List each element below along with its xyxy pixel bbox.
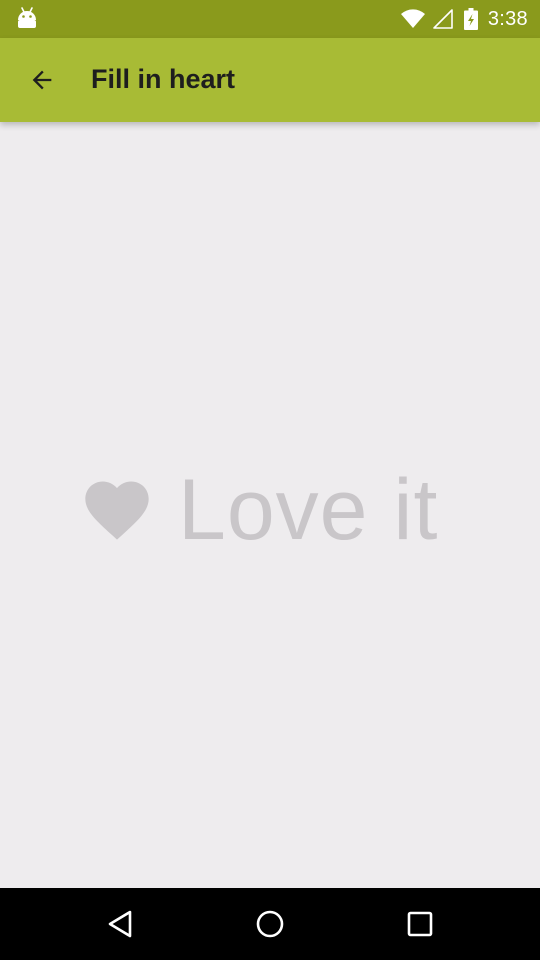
love-it-label: Love it: [178, 462, 439, 558]
status-time: 3:38: [487, 7, 528, 30]
nav-recents-button[interactable]: [390, 900, 450, 948]
wifi-icon: [400, 9, 425, 28]
navigation-bar: [0, 888, 540, 960]
heart-icon: [85, 481, 149, 540]
signal-icon: [433, 9, 453, 29]
status-icons: 3:38: [400, 0, 528, 38]
back-triangle-icon: [108, 910, 132, 938]
battery-icon: [463, 8, 478, 30]
page-title: Fill in heart: [91, 64, 236, 94]
status-bar: 3:38: [0, 0, 540, 38]
app-bar: Fill in heart: [0, 38, 540, 122]
back-button[interactable]: [14, 56, 70, 104]
recents-square-icon: [407, 911, 433, 937]
nav-back-button[interactable]: [90, 900, 150, 948]
love-it-button[interactable]: Love it: [78, 460, 438, 560]
screen: 3:38 Fill in heart Love it: [0, 0, 540, 960]
home-circle-icon: [256, 910, 284, 938]
arrow-back-icon: [32, 70, 52, 90]
nav-home-button[interactable]: [240, 900, 300, 948]
android-icon: [18, 7, 36, 28]
